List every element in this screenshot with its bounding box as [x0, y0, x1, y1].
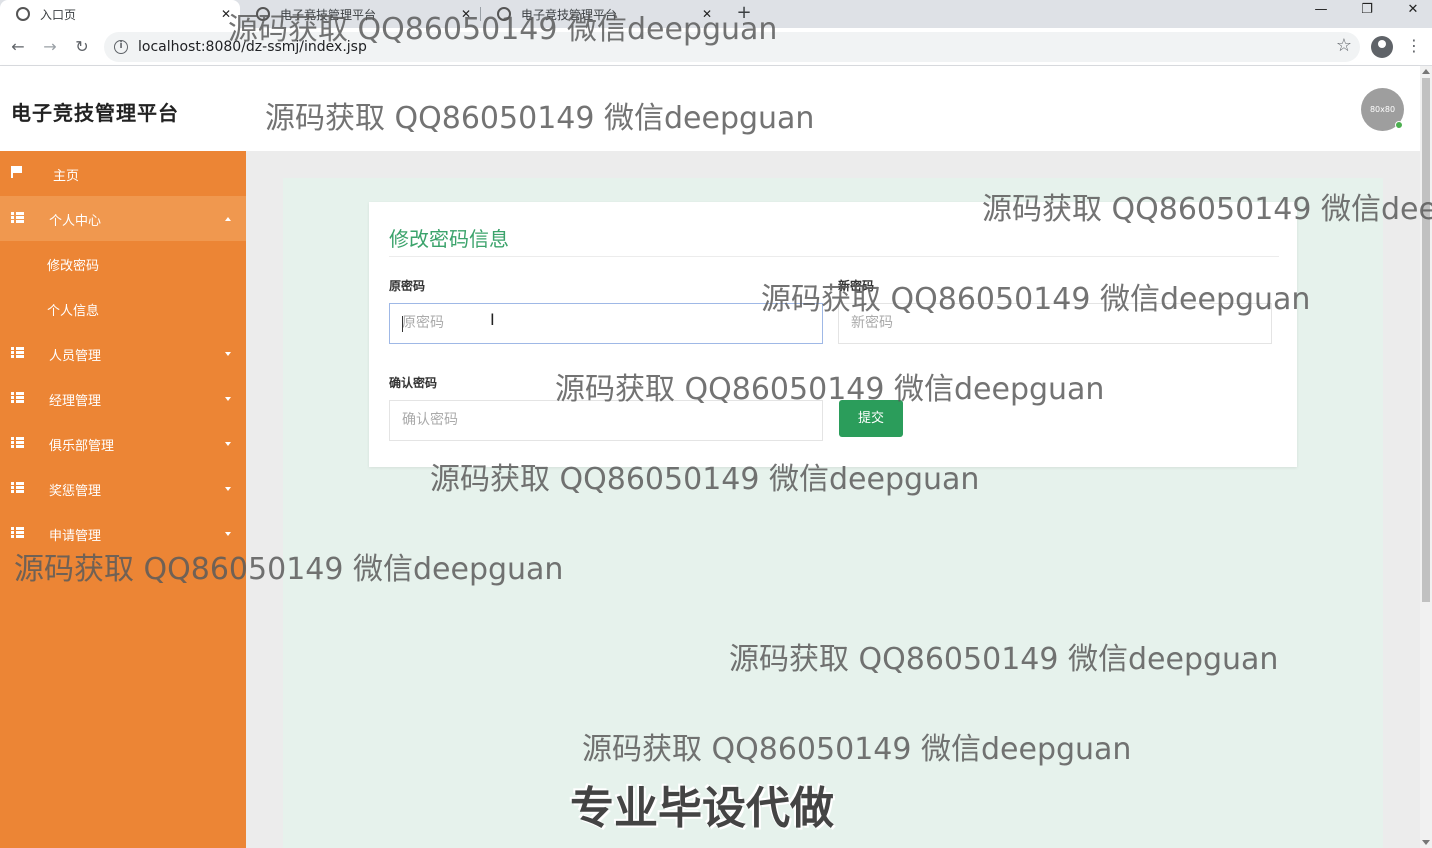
new-password-placeholder: 新密码 [851, 315, 893, 331]
tab-label: 电子竞技管理平台 [280, 7, 377, 22]
mouse-ibeam-cursor-icon: I [490, 310, 495, 329]
info-icon[interactable]: i [114, 40, 128, 54]
globe-icon [256, 7, 270, 21]
old-password-label: 原密码 [389, 279, 426, 293]
confirm-password-placeholder: 确认密码 [402, 412, 458, 428]
text-caret [402, 316, 403, 332]
tab-close-icon[interactable]: ✕ [699, 7, 715, 21]
app-title: 电子竞技管理平台 [11, 101, 179, 125]
address-bar[interactable]: i localhost:8080/dz-ssmj/index.jsp ☆ [104, 32, 1360, 62]
sidebar-item-home[interactable]: 主页 [0, 151, 246, 196]
grid-icon [11, 347, 24, 358]
sidebar: 主页 个人中心 修改密码 个人信息 人员管理 经理管理 俱乐部管理 奖惩管理 申… [0, 151, 246, 848]
reload-icon[interactable]: ↻ [71, 36, 93, 58]
forward-arrow-icon[interactable]: → [39, 36, 61, 58]
sidebar-item-label: 人员管理 [49, 349, 102, 364]
sidebar-item-label: 主页 [53, 169, 80, 184]
new-password-label: 新密码 [838, 279, 875, 293]
sidebar-subitem-change-password[interactable]: 修改密码 [0, 241, 246, 286]
grid-icon [11, 437, 24, 448]
browser-tab-platform-1[interactable]: 电子竞技管理平台 ✕ [240, 0, 480, 28]
sidebar-item-managers[interactable]: 经理管理 [0, 376, 246, 421]
grid-icon [11, 212, 24, 223]
change-password-card: 修改密码信息 原密码 原密码 新密码 新密码 确认密码 确认密码 提交 [369, 202, 1297, 467]
grid-icon [11, 482, 24, 493]
app-header: 电子竞技管理平台 80x80 [0, 66, 1420, 151]
sidebar-subitem-label: 个人信息 [47, 304, 100, 319]
sidebar-item-applications[interactable]: 申请管理 [0, 511, 246, 556]
card-title: 修改密码信息 [389, 227, 509, 251]
grid-icon [11, 392, 24, 403]
browser-toolbar: ← → ↻ i localhost:8080/dz-ssmj/index.jsp… [0, 28, 1432, 66]
minimize-button[interactable]: — [1298, 0, 1344, 20]
sidebar-item-label: 奖惩管理 [49, 484, 102, 499]
caret-down-icon [225, 487, 231, 491]
sidebar-item-label: 申请管理 [49, 529, 102, 544]
caret-down-icon [225, 442, 231, 446]
browser-tab-entry[interactable]: 入口页 ✕ [0, 0, 240, 28]
kebab-menu-icon[interactable]: ⋮ [1406, 36, 1422, 55]
grid-icon [11, 527, 24, 538]
tab-close-icon[interactable]: ✕ [458, 7, 474, 21]
online-status-dot [1395, 121, 1403, 129]
sidebar-item-clubs[interactable]: 俱乐部管理 [0, 421, 246, 466]
sidebar-item-label: 经理管理 [49, 394, 102, 409]
sidebar-item-rewards[interactable]: 奖惩管理 [0, 466, 246, 511]
url-text[interactable]: localhost:8080/dz-ssmj/index.jsp [138, 39, 367, 55]
profile-icon[interactable] [1371, 36, 1393, 58]
bookmark-star-icon[interactable]: ☆ [1336, 35, 1352, 56]
globe-icon [497, 7, 511, 21]
tab-close-icon[interactable]: ✕ [218, 7, 234, 21]
globe-icon [16, 7, 30, 21]
back-arrow-icon[interactable]: ← [7, 36, 29, 58]
confirm-password-label: 确认密码 [389, 376, 438, 390]
browser-tabstrip: 入口页 ✕ 电子竞技管理平台 ✕ 电子竞技管理平台 ✕ + — ❐ ✕ [0, 0, 1432, 28]
old-password-input[interactable]: 原密码 [389, 303, 823, 344]
new-tab-button[interactable]: + [734, 2, 754, 23]
caret-down-icon [225, 352, 231, 356]
submit-button[interactable]: 提交 [839, 400, 903, 437]
page-scrollbar[interactable] [1420, 66, 1432, 848]
old-password-placeholder: 原密码 [402, 315, 444, 331]
sidebar-subitem-personal-info[interactable]: 个人信息 [0, 286, 246, 331]
caret-up-icon [225, 217, 231, 221]
caret-down-icon [225, 532, 231, 536]
sidebar-item-staff[interactable]: 人员管理 [0, 331, 246, 376]
window-close-button[interactable]: ✕ [1390, 0, 1432, 20]
tab-label: 电子竞技管理平台 [521, 7, 618, 22]
caret-down-icon [225, 397, 231, 401]
sidebar-item-personal-center[interactable]: 个人中心 [0, 196, 246, 241]
sidebar-subitem-label: 修改密码 [47, 259, 100, 274]
sidebar-item-label: 个人中心 [49, 214, 102, 229]
sidebar-item-label: 俱乐部管理 [49, 439, 115, 454]
scroll-up-arrow-icon[interactable] [1422, 69, 1430, 74]
flag-icon [11, 166, 23, 178]
card-divider [389, 256, 1279, 257]
maximize-button[interactable]: ❐ [1344, 0, 1390, 20]
confirm-password-input[interactable]: 确认密码 [389, 400, 823, 441]
scroll-down-arrow-icon[interactable] [1422, 840, 1430, 845]
new-password-input[interactable]: 新密码 [838, 303, 1272, 344]
browser-tab-platform-2[interactable]: 电子竞技管理平台 ✕ [481, 0, 721, 28]
tab-label: 入口页 [40, 7, 77, 22]
scroll-thumb[interactable] [1422, 78, 1430, 602]
